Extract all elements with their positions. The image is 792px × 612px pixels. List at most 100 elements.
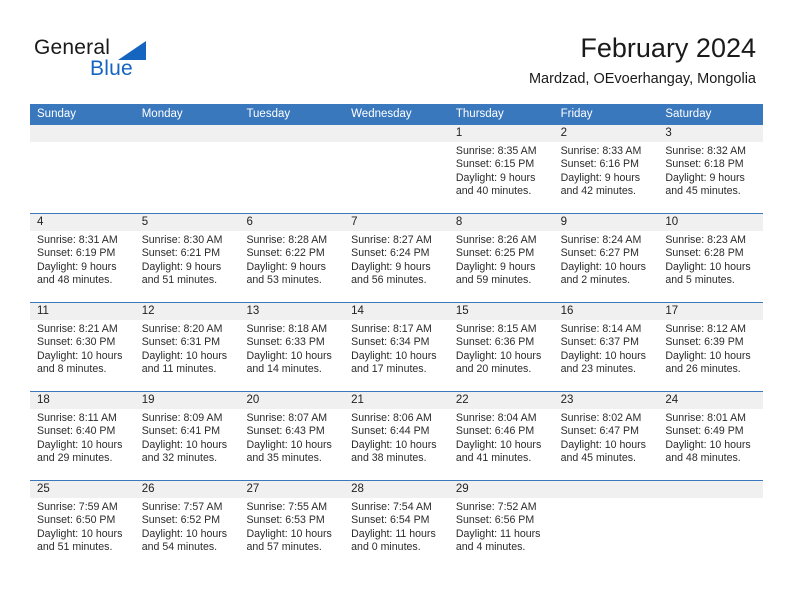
day-number-14[interactable]: 14: [344, 303, 449, 320]
day-number-2[interactable]: 2: [554, 125, 659, 142]
day-number-empty: [658, 481, 763, 498]
day-cell-28[interactable]: Sunrise: 7:54 AM Sunset: 6:54 PM Daylight:…: [344, 498, 449, 569]
day-number-27[interactable]: 27: [239, 481, 344, 498]
day-number-20[interactable]: 20: [239, 392, 344, 409]
day-detail-line: and 20 minutes.: [455, 363, 532, 376]
day-detail-line: Daylight: 10 hours: [665, 260, 751, 273]
day-cell-20[interactable]: Sunrise: 8:07 AM Sunset: 6:43 PM Daylight:…: [239, 409, 344, 480]
day-detail-line: Sunset: 6:24 PM: [351, 247, 430, 260]
day-number-10[interactable]: 10: [658, 214, 763, 231]
day-cell-2[interactable]: Sunrise: 8:33 AM Sunset: 6:16 PM Daylight:…: [554, 142, 659, 213]
day-cell-4[interactable]: Sunrise: 8:31 AM Sunset: 6:19 PM Daylight:…: [30, 231, 135, 302]
day-number-9[interactable]: 9: [554, 214, 659, 231]
logo-text-blue: Blue: [90, 57, 133, 80]
day-cell-17[interactable]: Sunrise: 8:12 AM Sunset: 6:39 PM Daylight:…: [658, 320, 763, 391]
day-detail-line: Sunrise: 8:21 AM: [37, 323, 118, 335]
day-number-24[interactable]: 24: [658, 392, 763, 409]
day-cell-6[interactable]: Sunrise: 8:28 AM Sunset: 6:22 PM Daylight:…: [239, 231, 344, 302]
day-cell-22[interactable]: Sunrise: 8:04 AM Sunset: 6:46 PM Daylight:…: [449, 409, 554, 480]
day-cell-12[interactable]: Sunrise: 8:20 AM Sunset: 6:31 PM Daylight:…: [135, 320, 240, 391]
day-detail-line: and 14 minutes.: [246, 363, 322, 376]
day-cell-16[interactable]: Sunrise: 8:14 AM Sunset: 6:37 PM Daylight:…: [554, 320, 659, 391]
day-number-1[interactable]: 1: [449, 125, 554, 142]
day-detail-line: Sunrise: 8:20 AM: [141, 323, 223, 335]
day-cell-24[interactable]: Sunrise: 8:01 AM Sunset: 6:49 PM Daylight:…: [658, 409, 763, 480]
day-detail-line: Daylight: 10 hours: [351, 438, 437, 451]
day-cell-1[interactable]: Sunrise: 8:35 AM Sunset: 6:15 PM Daylight:…: [449, 142, 554, 213]
day-cell-9[interactable]: Sunrise: 8:24 AM Sunset: 6:27 PM Daylight:…: [554, 231, 659, 302]
day-cell-18[interactable]: Sunrise: 8:11 AM Sunset: 6:40 PM Daylight:…: [30, 409, 135, 480]
day-number-17[interactable]: 17: [658, 303, 763, 320]
day-detail-line: Sunrise: 8:24 AM: [560, 234, 642, 246]
day-detail-line: Sunset: 6:22 PM: [246, 247, 325, 260]
day-number-21[interactable]: 21: [344, 392, 449, 409]
day-cell-23[interactable]: Sunrise: 8:02 AM Sunset: 6:47 PM Daylight:…: [554, 409, 659, 480]
day-detail-line: Sunrise: 8:30 AM: [141, 234, 223, 246]
day-cell-26[interactable]: Sunrise: 7:57 AM Sunset: 6:52 PM Daylight:…: [135, 498, 240, 569]
date-number-strip: 11 12 13 14 15 16 17: [30, 303, 763, 320]
day-detail-line: and 59 minutes.: [455, 274, 532, 287]
day-detail-line: Sunrise: 7:52 AM: [455, 501, 537, 513]
day-detail-line: Sunrise: 7:55 AM: [246, 501, 328, 513]
calendar-week-row: 4 5 6 7 8 9 10 Sunrise: 8:31 AM Sunset: 6:19 PM D…: [30, 213, 763, 302]
day-number-12[interactable]: 12: [135, 303, 240, 320]
day-detail-line: Daylight: 9 hours: [246, 260, 326, 273]
day-detail-line: Daylight: 10 hours: [560, 260, 646, 273]
day-cell-10[interactable]: Sunrise: 8:23 AM Sunset: 6:28 PM Daylight:…: [658, 231, 763, 302]
day-cell-11[interactable]: Sunrise: 8:21 AM Sunset: 6:30 PM Daylight:…: [30, 320, 135, 391]
calendar-week-row: 25 26 27 28 29 Sunrise: 7:59 AM Sunset: 6:50 P…: [30, 480, 763, 569]
day-detail-line: Sunset: 6:53 PM: [246, 514, 325, 527]
day-cell-8[interactable]: Sunrise: 8:26 AM Sunset: 6:25 PM Daylight:…: [449, 231, 554, 302]
day-detail-line: and 8 minutes.: [37, 363, 107, 376]
day-detail-line: and 48 minutes.: [37, 274, 113, 287]
day-detail-line: Daylight: 11 hours: [455, 527, 541, 540]
day-detail-line: Sunrise: 8:07 AM: [246, 412, 328, 424]
day-number-29[interactable]: 29: [449, 481, 554, 498]
day-detail-line: Sunrise: 8:14 AM: [560, 323, 642, 335]
day-detail-line: Sunrise: 8:02 AM: [560, 412, 642, 424]
day-number-5[interactable]: 5: [135, 214, 240, 231]
day-cell-27[interactable]: Sunrise: 7:55 AM Sunset: 6:53 PM Daylight:…: [239, 498, 344, 569]
day-number-11[interactable]: 11: [30, 303, 135, 320]
day-cell-7[interactable]: Sunrise: 8:27 AM Sunset: 6:24 PM Daylight:…: [344, 231, 449, 302]
day-detail-line: and 41 minutes.: [455, 452, 532, 465]
day-number-8[interactable]: 8: [449, 214, 554, 231]
day-number-19[interactable]: 19: [135, 392, 240, 409]
day-number-16[interactable]: 16: [554, 303, 659, 320]
day-cell-14[interactable]: Sunrise: 8:17 AM Sunset: 6:34 PM Daylight:…: [344, 320, 449, 391]
calendar-week-row: 1 2 3 Sunrise: 8:35 AM Sunset: 6:15 PM Daylig…: [30, 125, 763, 213]
day-cell-3[interactable]: Sunrise: 8:32 AM Sunset: 6:18 PM Daylight:…: [658, 142, 763, 213]
day-number-25[interactable]: 25: [30, 481, 135, 498]
day-cell-5[interactable]: Sunrise: 8:30 AM Sunset: 6:21 PM Daylight:…: [135, 231, 240, 302]
day-number-22[interactable]: 22: [449, 392, 554, 409]
day-number-6[interactable]: 6: [239, 214, 344, 231]
day-number-18[interactable]: 18: [30, 392, 135, 409]
day-number-26[interactable]: 26: [135, 481, 240, 498]
day-number-13[interactable]: 13: [239, 303, 344, 320]
day-cell-29[interactable]: Sunrise: 7:52 AM Sunset: 6:56 PM Daylight:…: [449, 498, 554, 569]
day-cell-21[interactable]: Sunrise: 8:06 AM Sunset: 6:44 PM Daylight:…: [344, 409, 449, 480]
day-number-3[interactable]: 3: [658, 125, 763, 142]
day-cell-empty: [658, 498, 763, 569]
day-number-23[interactable]: 23: [554, 392, 659, 409]
day-detail-line: Daylight: 9 hours: [37, 260, 117, 273]
day-detail-line: Sunset: 6:34 PM: [351, 336, 430, 349]
day-detail-line: Daylight: 10 hours: [37, 527, 123, 540]
day-cell-13[interactable]: Sunrise: 8:18 AM Sunset: 6:33 PM Daylight:…: [239, 320, 344, 391]
day-detail-line: Daylight: 10 hours: [246, 438, 332, 451]
day-detail-line: Sunrise: 8:04 AM: [455, 412, 537, 424]
day-cell-19[interactable]: Sunrise: 8:09 AM Sunset: 6:41 PM Daylight:…: [135, 409, 240, 480]
day-cell-15[interactable]: Sunrise: 8:15 AM Sunset: 6:36 PM Daylight:…: [449, 320, 554, 391]
day-number-28[interactable]: 28: [344, 481, 449, 498]
day-cell-25[interactable]: Sunrise: 7:59 AM Sunset: 6:50 PM Daylight:…: [30, 498, 135, 569]
day-detail-line: Daylight: 10 hours: [560, 349, 646, 362]
day-detail-line: Sunset: 6:54 PM: [351, 514, 430, 527]
calendar-week-row: 18 19 20 21 22 23 24 Sunrise: 8:11 AM Sunset: 6:…: [30, 391, 763, 480]
day-detail-line: Sunrise: 7:54 AM: [351, 501, 432, 513]
day-number-7[interactable]: 7: [344, 214, 449, 231]
day-number-15[interactable]: 15: [449, 303, 554, 320]
day-detail-line: Sunset: 6:31 PM: [141, 336, 221, 349]
day-number-4[interactable]: 4: [30, 214, 135, 231]
weekday-header-monday: Monday: [141, 108, 183, 120]
day-detail-strip: Sunrise: 8:21 AM Sunset: 6:30 PM Daylight:…: [30, 320, 763, 391]
